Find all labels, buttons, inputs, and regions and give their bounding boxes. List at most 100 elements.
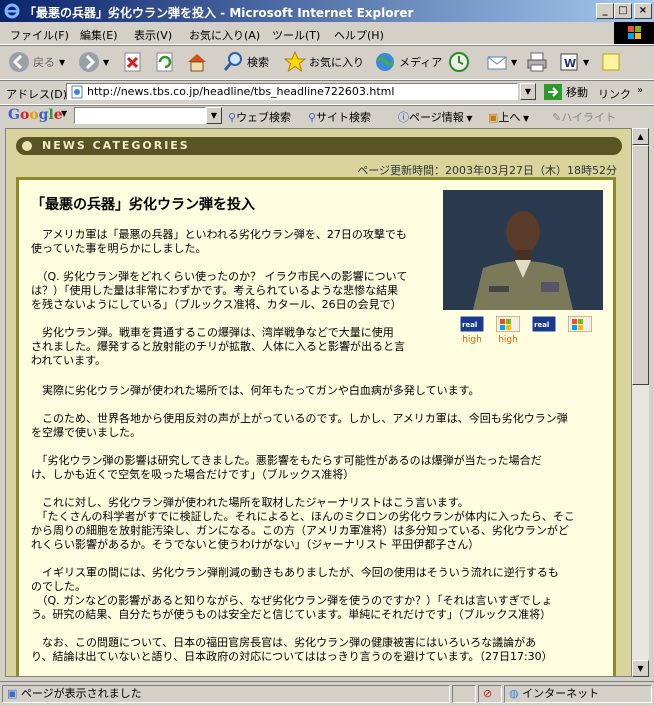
close-button[interactable]: × (634, 3, 652, 19)
stop-icon (124, 52, 141, 72)
mail-icon (487, 56, 507, 70)
paragraph: なお、この問題について、日本の福田官房長官は、劣化ウラン弾の健康被害にはいろいろ… (31, 636, 553, 663)
history-button[interactable] (448, 49, 473, 75)
address-url: http://news.tbs.co.jp/headline/tbs_headl… (87, 85, 395, 98)
web-search-icon: ⚲ (228, 111, 237, 124)
paragraph: 実際に劣化ウラン弾が使われた場所では、何年もたってガンや白血病が多発しています。 (31, 384, 480, 397)
real-video-link[interactable]: real (531, 315, 557, 335)
back-button[interactable]: 戻る ▼ (8, 49, 65, 75)
real-player-icon: real (459, 315, 485, 333)
info-icon: ⓘ (398, 111, 409, 124)
edit-button[interactable]: W ▼ (558, 49, 589, 75)
refresh-icon (156, 52, 173, 72)
scroll-down-button[interactable]: ▼ (632, 660, 649, 677)
page-updated-time: ページ更新時間：2003年03月27日（木）18時52分 (357, 164, 617, 177)
forward-button[interactable]: ▼ (78, 49, 109, 75)
wmp-video-link[interactable] (567, 315, 593, 335)
forward-arrow-icon (79, 52, 99, 72)
google-search-input[interactable] (74, 107, 206, 124)
address-bar: アドレス(D) http://news.tbs.co.jp/headline/t… (0, 81, 654, 105)
svg-text:W: W (564, 57, 576, 70)
paragraph: 劣化ウラン弾。戦車を貫通するこの爆弾は、湾岸戦争などで大量に使用 されました。爆発… (31, 326, 405, 367)
scroll-up-button[interactable]: ▲ (632, 128, 649, 145)
media-button[interactable]: メディア (374, 49, 442, 75)
status-text-cell: ▣ ページが表示されました (2, 685, 450, 703)
menu-bar: ファイル(F) 編集(E) 表示(V) お気に入り(A) ツール(T) ヘルプ(… (0, 22, 654, 45)
folder-up-icon: ▣ (488, 111, 499, 124)
up-button[interactable]: ▣上へ ▼ (488, 109, 529, 125)
menu-help[interactable]: ヘルプ(H) (334, 27, 384, 43)
refresh-button[interactable] (154, 49, 179, 75)
internet-globe-icon: ◍ (509, 687, 519, 700)
paragraph: （Q. 劣化ウラン弾をどれくらい使ったのか？ イラク市民への影響について は？）「… (31, 270, 408, 311)
address-dropdown[interactable]: ▼ (520, 83, 536, 100)
stop-button[interactable] (122, 49, 147, 75)
real-video-high-link[interactable]: real high (459, 315, 485, 345)
media-globe-icon (376, 53, 394, 71)
menu-tools[interactable]: ツール(T) (272, 27, 320, 43)
minimize-button[interactable]: _ (596, 3, 614, 19)
news-photo (443, 190, 603, 310)
paragraph: 「劣化ウラン弾の影響は研究してきました。悪影響をもたらす可能性があるのは爆弾が当… (31, 454, 542, 481)
highlight-button[interactable]: ✎ハイライト (552, 109, 616, 125)
star-icon (284, 51, 306, 73)
links-button[interactable]: リンク (598, 86, 631, 102)
vertical-scrollbar[interactable]: ▲ ▼ (632, 128, 649, 677)
page-info-button[interactable]: ⓘページ情報 ▼ (398, 109, 472, 125)
ie-icon (4, 3, 20, 19)
news-categories-label: NEWS CATEGORIES (42, 139, 190, 152)
search-icon (223, 52, 242, 71)
blocked-icon: ⊘ (483, 687, 493, 700)
menu-edit[interactable]: 編集(E) (80, 27, 118, 43)
site-search-button[interactable]: ⚲サイト検索 (308, 109, 371, 125)
window-title: 「最悪の兵器」劣化ウラン弾を投入 - Microsoft Internet Ex… (24, 6, 414, 20)
page-icon (71, 85, 83, 99)
messenger-button[interactable] (600, 49, 625, 75)
menu-favorites[interactable]: お気に入り(A) (189, 27, 260, 43)
windows-logo (614, 22, 654, 44)
web-search-button[interactable]: ⚲ウェブ検索 (228, 109, 291, 125)
paragraph: これに対し、劣化ウラン弾が使われた場所を取材したジャーナリストはこう言います。 … (31, 496, 575, 551)
menu-file[interactable]: ファイル(F) (10, 27, 69, 43)
print-button[interactable] (526, 49, 551, 75)
scroll-thumb[interactable] (632, 145, 649, 385)
toolbar: 戻る ▼ ▼ 検索 お気に入り メディア ▼ W ▼ (0, 45, 654, 80)
windows-media-icon (495, 315, 521, 333)
mail-button[interactable]: ▼ (486, 49, 517, 75)
article: 「最悪の兵器」劣化ウラン弾を投入 real high high real アメリ… (16, 177, 616, 676)
maximize-button[interactable]: □ (614, 3, 632, 19)
go-arrow-icon (544, 84, 562, 100)
popup-blocked-cell: ⊘ (478, 685, 502, 703)
back-arrow-icon (9, 52, 29, 72)
favorites-button[interactable]: お気に入り (284, 49, 364, 75)
title-bar: 「最悪の兵器」劣化ウラン弾を投入 - Microsoft Internet Ex… (0, 0, 654, 22)
status-bar: ▣ ページが表示されました ⊘ ◍ インターネット (0, 681, 654, 706)
menu-view[interactable]: 表示(V) (134, 27, 172, 43)
history-icon (449, 52, 469, 72)
google-logo[interactable]: Google (8, 107, 63, 123)
address-label: アドレス(D) (6, 88, 68, 101)
bullet-icon (22, 141, 32, 151)
wmp-video-high-link[interactable]: high (495, 315, 521, 345)
paragraph: イギリス軍の間には、劣化ウラン弾削減の動きもありましたが、今回の使用はそういう流… (31, 566, 559, 621)
note-icon (602, 53, 620, 71)
paragraph: アメリカ軍は「最悪の兵器」といわれる劣化ウラン弾を、27日の攻撃でも 使っていた事… (31, 228, 407, 255)
google-search-dropdown[interactable]: ▼ (206, 107, 222, 124)
svg-text:real: real (462, 321, 477, 329)
search-button[interactable]: 検索 (222, 49, 269, 75)
printer-icon (527, 52, 547, 72)
address-input[interactable]: http://news.tbs.co.jp/headline/tbs_headl… (66, 83, 518, 100)
status-cell (452, 685, 476, 703)
google-menu-chevron-icon[interactable]: ▼ (61, 109, 67, 118)
go-button[interactable]: 移動 (544, 84, 588, 100)
site-search-icon: ⚲ (308, 111, 317, 124)
real-player-icon: real (531, 315, 557, 333)
zone-cell: ◍ インターネット (504, 685, 652, 703)
home-icon (188, 54, 206, 72)
home-button[interactable] (186, 49, 211, 75)
links-chevron-icon[interactable]: » (637, 85, 643, 96)
article-headline: 「最悪の兵器」劣化ウラン弾を投入 (31, 197, 255, 213)
news-categories-bar[interactable]: NEWS CATEGORIES (16, 137, 622, 155)
word-icon: W (560, 53, 578, 71)
svg-text:real: real (534, 321, 549, 329)
